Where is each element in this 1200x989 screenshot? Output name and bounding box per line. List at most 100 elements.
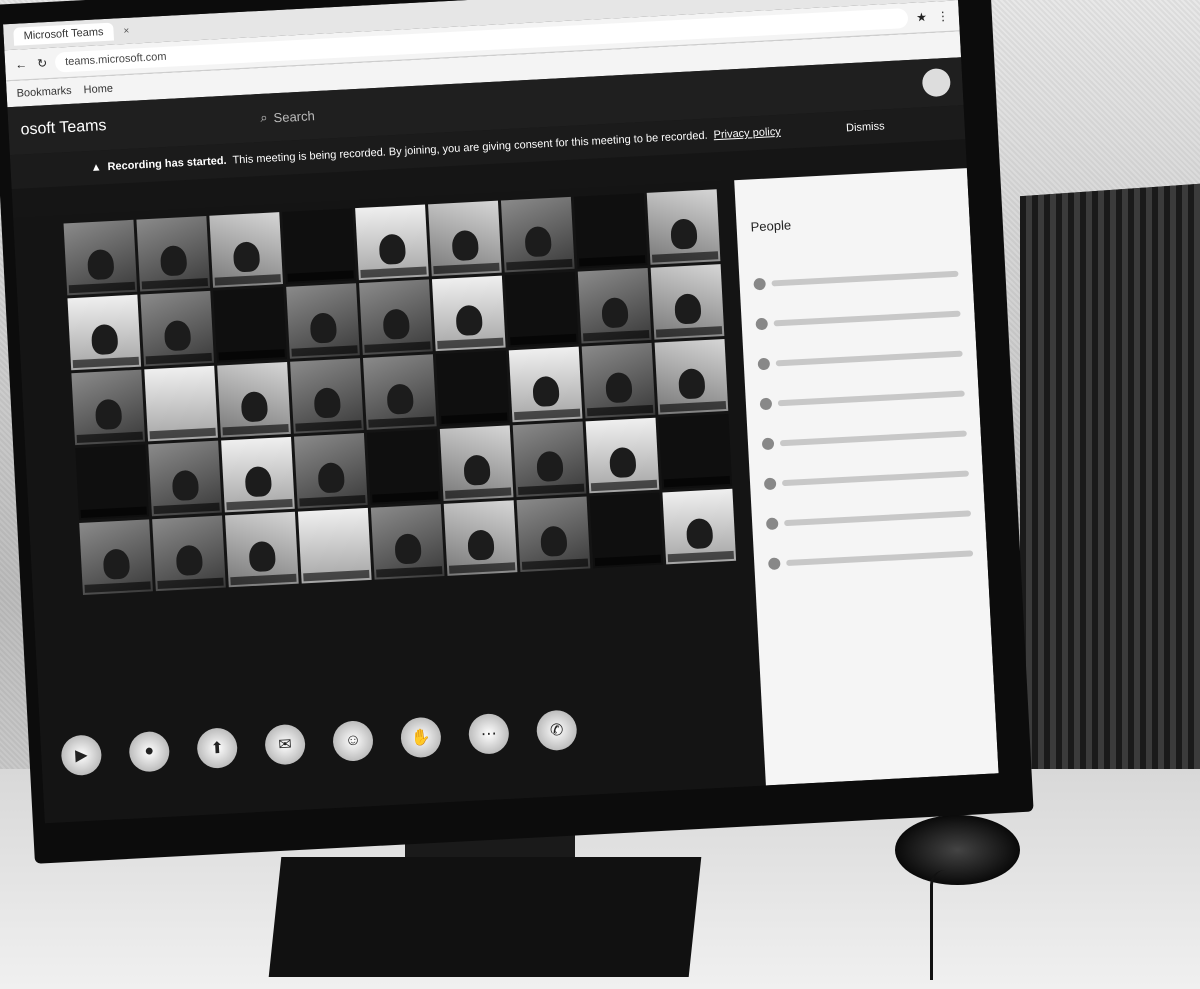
participant-name-bar: [667, 550, 735, 563]
video-tile[interactable]: [435, 350, 510, 427]
star-icon[interactable]: ★: [916, 10, 927, 25]
participant-name-bar: [376, 566, 443, 578]
video-tile[interactable]: [504, 271, 579, 348]
more-icon[interactable]: ⋯: [467, 712, 510, 755]
participant-avatar: [759, 397, 773, 411]
video-tile[interactable]: [500, 196, 575, 273]
video-tile[interactable]: [148, 440, 222, 517]
video-tile[interactable]: [63, 219, 138, 296]
avatar[interactable]: [921, 67, 952, 98]
video-tile[interactable]: [439, 425, 514, 501]
video-tile[interactable]: [366, 429, 441, 505]
participant-name-bar: [157, 577, 224, 590]
video-tile[interactable]: [136, 215, 211, 292]
bookmark-item[interactable]: Bookmarks: [16, 85, 72, 100]
video-tile[interactable]: [508, 346, 583, 423]
participant-name-bar: [590, 479, 658, 492]
leave-icon[interactable]: ✆: [535, 709, 578, 752]
participant-name-bar: [445, 487, 512, 499]
video-tile[interactable]: [79, 519, 153, 595]
participant-name-bar: [594, 554, 662, 567]
share-icon[interactable]: ⬆: [196, 727, 239, 770]
video-tile[interactable]: [67, 294, 142, 371]
participant-name-bar: [586, 404, 654, 417]
people-icon[interactable]: ☺: [331, 719, 375, 763]
participant-name-bar: [299, 495, 366, 507]
video-tile[interactable]: [431, 275, 506, 352]
menu-icon[interactable]: ⋮: [937, 9, 950, 24]
video-tile[interactable]: [221, 436, 295, 513]
video-tile[interactable]: [577, 267, 652, 344]
app-title: osoft Teams: [20, 117, 107, 139]
participant-name-bar: [214, 274, 281, 286]
video-tile[interactable]: [290, 358, 364, 434]
nav-buttons: ← ↻: [15, 56, 48, 72]
participant-name-placeholder: [781, 470, 970, 487]
video-grid: [63, 189, 747, 595]
participant-avatar: [755, 317, 769, 331]
bookmark-item[interactable]: Home: [83, 83, 113, 97]
video-tile[interactable]: [359, 279, 433, 355]
video-tile[interactable]: [225, 511, 299, 588]
video-tile[interactable]: [144, 365, 218, 442]
video-tile[interactable]: [589, 492, 664, 569]
participant-silhouette: [313, 387, 342, 419]
participant-silhouette: [540, 525, 568, 557]
participant-name-bar: [364, 341, 431, 353]
privacy-policy-link[interactable]: Privacy policy: [713, 126, 781, 142]
call-controls: ▶ ● ⬆ ✉ ☺ ✋ ⋯ ✆: [60, 700, 753, 777]
video-tile[interactable]: [581, 342, 656, 419]
video-tile[interactable]: [75, 444, 149, 521]
participant-silhouette: [159, 245, 188, 277]
video-tile[interactable]: [646, 189, 721, 265]
search-box[interactable]: ⌕ Search: [260, 107, 315, 126]
video-tile[interactable]: [370, 504, 445, 580]
video-tile[interactable]: [71, 369, 146, 446]
video-tile[interactable]: [585, 417, 660, 494]
video-tile[interactable]: [294, 433, 368, 509]
video-tile[interactable]: [209, 212, 284, 288]
video-tile[interactable]: [297, 507, 372, 584]
participant-silhouette: [605, 371, 633, 404]
video-tile[interactable]: [140, 290, 215, 367]
video-stage: ▶ ● ⬆ ✉ ☺ ✋ ⋯ ✆: [13, 180, 766, 823]
video-tile[interactable]: [282, 208, 356, 284]
video-tile[interactable]: [516, 496, 591, 573]
video-tile[interactable]: [512, 421, 587, 498]
cable: [930, 870, 945, 980]
participant-name-placeholder: [773, 310, 961, 327]
chat-icon[interactable]: ✉: [264, 723, 307, 766]
participant-silhouette: [240, 391, 269, 423]
video-tile[interactable]: [428, 200, 502, 277]
video-tile[interactable]: [286, 283, 360, 359]
participant-name-bar: [372, 491, 439, 503]
tab-close-icon[interactable]: ×: [123, 25, 129, 36]
back-icon[interactable]: ←: [15, 57, 28, 72]
video-tile[interactable]: [355, 204, 429, 281]
video-tile[interactable]: [658, 413, 733, 490]
participant-name-bar: [506, 258, 573, 271]
video-tile[interactable]: [217, 361, 291, 438]
participant-name-bar: [655, 326, 723, 338]
participant-silhouette: [678, 368, 706, 400]
video-tile[interactable]: [650, 264, 725, 340]
video-icon[interactable]: ▶: [60, 734, 103, 777]
video-tile[interactable]: [662, 488, 737, 565]
participant-silhouette: [94, 398, 123, 431]
video-tile[interactable]: [152, 515, 226, 592]
browser-tab[interactable]: Microsoft Teams: [13, 22, 114, 46]
video-tile[interactable]: [573, 193, 648, 269]
monitor: Microsoft Teams × ← ↻ teams.microsoft.co…: [0, 0, 1034, 864]
video-tile[interactable]: [654, 339, 729, 415]
video-tile[interactable]: [362, 354, 437, 430]
participant-name-bar: [141, 277, 209, 290]
participant-name-placeholder: [786, 550, 974, 567]
reload-icon[interactable]: ↻: [37, 56, 48, 71]
raise-hand-icon[interactable]: ✋: [399, 716, 442, 759]
mic-icon[interactable]: ●: [128, 730, 171, 773]
participant-name-placeholder: [777, 390, 965, 407]
video-tile[interactable]: [443, 500, 518, 576]
participant-silhouette: [171, 469, 200, 502]
dismiss-button[interactable]: Dismiss: [846, 120, 885, 134]
video-tile[interactable]: [213, 287, 287, 363]
